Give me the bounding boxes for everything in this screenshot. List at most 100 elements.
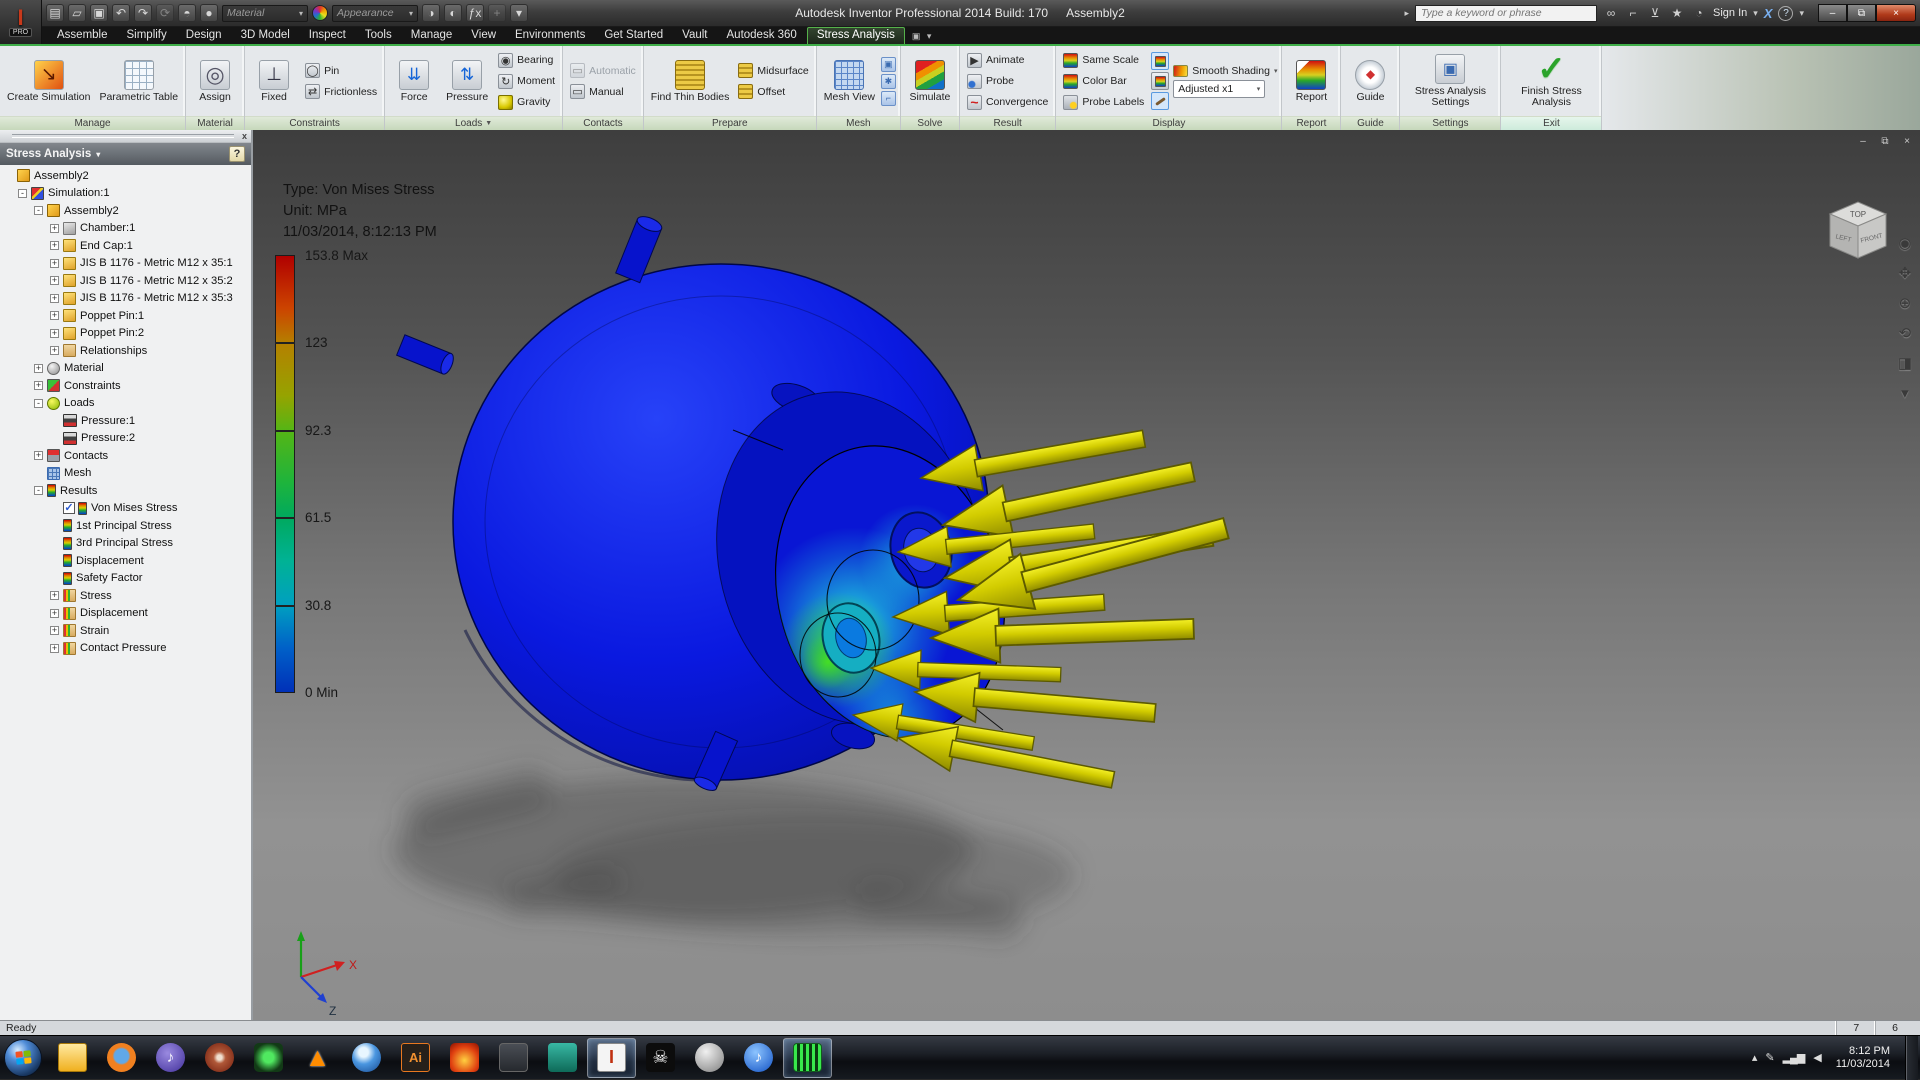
tray-expand-icon[interactable]: ▴ <box>1752 1051 1757 1064</box>
search-community-icon[interactable]: ∞ <box>1603 6 1619 20</box>
tree-item[interactable]: + Displacement <box>0 605 251 623</box>
gray-sphere-app-icon[interactable] <box>685 1038 734 1078</box>
tree-expander[interactable]: + <box>50 609 59 618</box>
tree-item[interactable]: + Chamber:1 <box>0 220 251 238</box>
tree-item[interactable]: - Loads <box>0 395 251 413</box>
undo-icon[interactable]: ↶ <box>112 4 130 22</box>
convergence-settings-icon[interactable]: ⌐ <box>881 91 896 106</box>
autodesk-inventor-icon[interactable]: I <box>587 1038 636 1078</box>
tree-item[interactable]: + End Cap:1 <box>0 237 251 255</box>
drag-handle[interactable] <box>12 134 234 138</box>
vlc-icon[interactable]: ▲ <box>293 1038 342 1078</box>
user-icon[interactable]: ◔ <box>1691 6 1707 20</box>
tree-expander[interactable]: + <box>50 276 59 285</box>
save-icon[interactable]: ▣ <box>90 4 108 22</box>
ribbon-tab[interactable]: Stress Analysis <box>807 27 905 44</box>
mesh-settings-icon[interactable]: ▣ <box>881 57 896 72</box>
tree-item[interactable]: - Simulation:1 <box>0 185 251 203</box>
animate-button[interactable]: ▶ Animate <box>964 51 1051 70</box>
add-icon[interactable]: + <box>488 4 506 22</box>
browser-help-icon[interactable]: ? <box>229 146 245 162</box>
windows-explorer-icon[interactable] <box>48 1038 97 1078</box>
browser-grip[interactable]: x <box>0 130 251 143</box>
tree-expander[interactable]: + <box>50 224 59 233</box>
visibility-checkbox[interactable]: ✓ <box>63 502 75 514</box>
music-app-icon[interactable]: ♪ <box>146 1038 195 1078</box>
report-button[interactable]: Report <box>1286 58 1336 105</box>
color-wheel-icon[interactable] <box>312 5 328 21</box>
ribbon-tab[interactable]: 3D Model <box>232 28 299 44</box>
tree-item[interactable]: + Stress <box>0 587 251 605</box>
ribbon-tab[interactable]: View <box>462 28 505 44</box>
green-dot-app-icon[interactable] <box>244 1038 293 1078</box>
probe-labels-button[interactable]: Probe Labels <box>1060 93 1147 112</box>
tree-expander[interactable]: + <box>50 626 59 635</box>
qat-caret-icon[interactable]: ▾ <box>510 4 528 22</box>
tree-item[interactable]: ✓ Von Mises Stress <box>0 500 251 518</box>
tree-item[interactable]: - Assembly2 <box>0 202 251 220</box>
open-icon[interactable]: ▱ <box>68 4 86 22</box>
stress-analysis-settings-button[interactable]: ▣ Stress Analysis Settings <box>1404 52 1496 110</box>
ribbon-tab[interactable]: Autodesk 360 <box>718 28 806 44</box>
tree-item[interactable]: Pressure:2 <box>0 430 251 448</box>
itunes-icon[interactable]: ♪ <box>734 1038 783 1078</box>
create-simulation-button[interactable]: ↘ Create Simulation <box>4 58 93 105</box>
tree-expander[interactable]: + <box>50 311 59 320</box>
tree-item[interactable]: + Relationships <box>0 342 251 360</box>
zoom-icon[interactable]: ⊕ <box>1899 294 1912 312</box>
panel-close-icon[interactable]: x <box>242 131 247 141</box>
tray-volume-icon[interactable]: ◀ <box>1813 1051 1820 1064</box>
show-desktop-button[interactable] <box>1905 1036 1918 1080</box>
material-ball-icon[interactable]: ● <box>200 4 218 22</box>
ribbon-tab[interactable]: Inspect <box>300 28 355 44</box>
update-icon[interactable]: ⟳ <box>156 4 174 22</box>
minimize-button[interactable]: – <box>1818 4 1847 22</box>
assign-material-button[interactable]: ◎ Assign <box>190 58 240 105</box>
teal-app-icon[interactable] <box>538 1038 587 1078</box>
clear-appearance-icon[interactable]: ◐ <box>444 4 462 22</box>
skull-app-icon[interactable]: ☠ <box>636 1038 685 1078</box>
ribbon-tab[interactable]: Tools <box>356 28 401 44</box>
tree-expander[interactable]: + <box>50 329 59 338</box>
redo-icon[interactable]: ↷ <box>134 4 152 22</box>
nero-icon[interactable] <box>440 1038 489 1078</box>
favorites-star-icon[interactable]: ★ <box>1669 6 1685 20</box>
tree-item[interactable]: + Contact Pressure <box>0 640 251 658</box>
navbar-more-icon[interactable]: ▾ <box>1901 384 1909 402</box>
parametric-table-button[interactable]: Parametric Table <box>96 58 181 105</box>
finish-stress-analysis-button[interactable]: ✓ Finish Stress Analysis <box>1505 52 1597 110</box>
tray-pen-icon[interactable]: ✎ <box>1765 1051 1773 1064</box>
adjust-display-brush-button[interactable] <box>1151 92 1169 110</box>
tree-expander[interactable]: + <box>50 591 59 600</box>
force-load-button[interactable]: ⇊ Force <box>389 58 439 105</box>
pressure-load-button[interactable]: ⇅ Pressure <box>442 58 492 105</box>
guide-button[interactable]: ◆ Guide <box>1345 58 1395 105</box>
orbit-icon[interactable]: ⟲ <box>1899 324 1912 342</box>
ribbon-tab[interactable]: Environments <box>506 28 594 44</box>
help-caret-icon[interactable]: ▾ <box>1799 8 1804 19</box>
appearance-update-icon[interactable]: ◓ <box>178 4 196 22</box>
color-bar-button[interactable]: Color Bar <box>1060 72 1147 91</box>
tree-item[interactable]: + Poppet Pin:2 <box>0 325 251 343</box>
tray-network-icon[interactable]: ▂▄▆ <box>1783 1051 1805 1064</box>
ribbon-tab[interactable]: Get Started <box>595 28 672 44</box>
doc-minimize-icon[interactable]: – <box>1856 136 1870 147</box>
tree-item[interactable]: + JIS B 1176 - Metric M12 x 35:3 <box>0 290 251 308</box>
exchange-apps-icon[interactable]: X <box>1764 6 1773 21</box>
key-icon[interactable]: ⌐ <box>1625 6 1641 20</box>
tree-item[interactable]: + Poppet Pin:1 <box>0 307 251 325</box>
tree-item[interactable]: Pressure:1 <box>0 412 251 430</box>
frictionless-constraint-button[interactable]: ⇄ Frictionless <box>302 82 380 101</box>
pan-icon[interactable]: ✥ <box>1899 264 1912 282</box>
doc-close-icon[interactable]: × <box>1900 136 1914 147</box>
tree-expander[interactable]: + <box>34 381 43 390</box>
tree-expander[interactable]: - <box>34 206 43 215</box>
tree-item[interactable]: + Material <box>0 360 251 378</box>
taskbar-clock[interactable]: 8:12 PM 11/03/2014 <box>1830 1045 1896 1071</box>
convergence-button[interactable]: ~ Convergence <box>964 93 1051 112</box>
appearance-dropdown[interactable]: Appearance▾ <box>332 5 418 22</box>
start-button[interactable] <box>4 1039 42 1077</box>
tree-expander[interactable]: + <box>34 364 43 373</box>
material-dropdown[interactable]: Material▾ <box>222 5 308 22</box>
tree-expander[interactable]: - <box>34 486 43 495</box>
